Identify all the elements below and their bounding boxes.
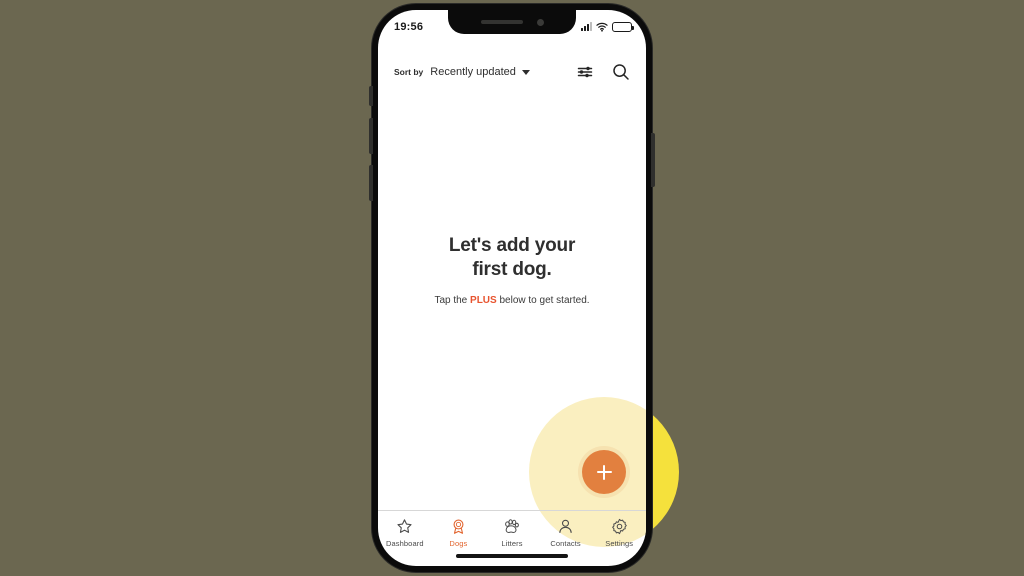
volume-down-button[interactable] [369,165,373,201]
chevron-down-icon [521,69,530,75]
status-time: 19:56 [394,20,424,33]
bottom-tab-bar: Dashboard Dogs Litters Contacts Settings [378,511,646,556]
tab-settings[interactable]: Settings [592,518,646,548]
empty-state-subtitle-before: Tap the [434,295,471,307]
sort-dropdown-value: Recently updated [430,66,516,78]
tab-label-contacts: Contacts [550,539,581,548]
battery-low-power-icon [612,21,634,32]
tab-dogs[interactable]: Dogs [432,518,486,548]
wifi-icon [596,22,608,32]
phone-screen: Let's add your first dog. Tap the PLUS b… [378,10,646,566]
mute-switch[interactable] [369,86,373,106]
tab-contacts[interactable]: Contacts [539,518,593,548]
page-title: Let's add your first dog. [448,234,576,280]
person-icon [557,518,574,535]
status-icon-group [581,21,634,32]
paw-print-icon [503,518,520,535]
earpiece-speaker [480,20,523,24]
tab-litters[interactable]: Litters [485,518,539,548]
sort-by-label: Sort by [394,67,424,77]
filter-sliders-icon[interactable] [576,64,594,80]
volume-up-button[interactable] [369,118,373,154]
tab-label-dogs: Dogs [449,539,468,548]
front-camera [536,18,544,26]
empty-state-subtitle-after: below to get started. [496,295,590,307]
tab-dashboard[interactable]: Dashboard [378,518,432,548]
top-toolbar: Sort by Recently updated [378,52,646,92]
add-dog-fab[interactable] [582,450,626,494]
plus-icon [596,464,612,480]
cellular-signal-icon [581,22,592,31]
tab-label-settings: Settings [605,539,634,548]
power-button[interactable] [651,133,655,187]
sort-dropdown[interactable]: Recently updated [430,66,530,78]
empty-state-subtitle-plus: PLUS [470,295,497,307]
search-icon[interactable] [612,63,630,81]
tab-label-litters: Litters [501,539,523,548]
gear-icon [611,518,628,535]
star-icon [396,518,413,535]
home-indicator[interactable] [456,554,568,558]
device-notch [448,10,576,34]
tab-label-dashboard: Dashboard [386,539,424,548]
award-ribbon-icon [450,518,467,535]
empty-state-subtitle: Tap the PLUS below to get started. [434,295,589,306]
